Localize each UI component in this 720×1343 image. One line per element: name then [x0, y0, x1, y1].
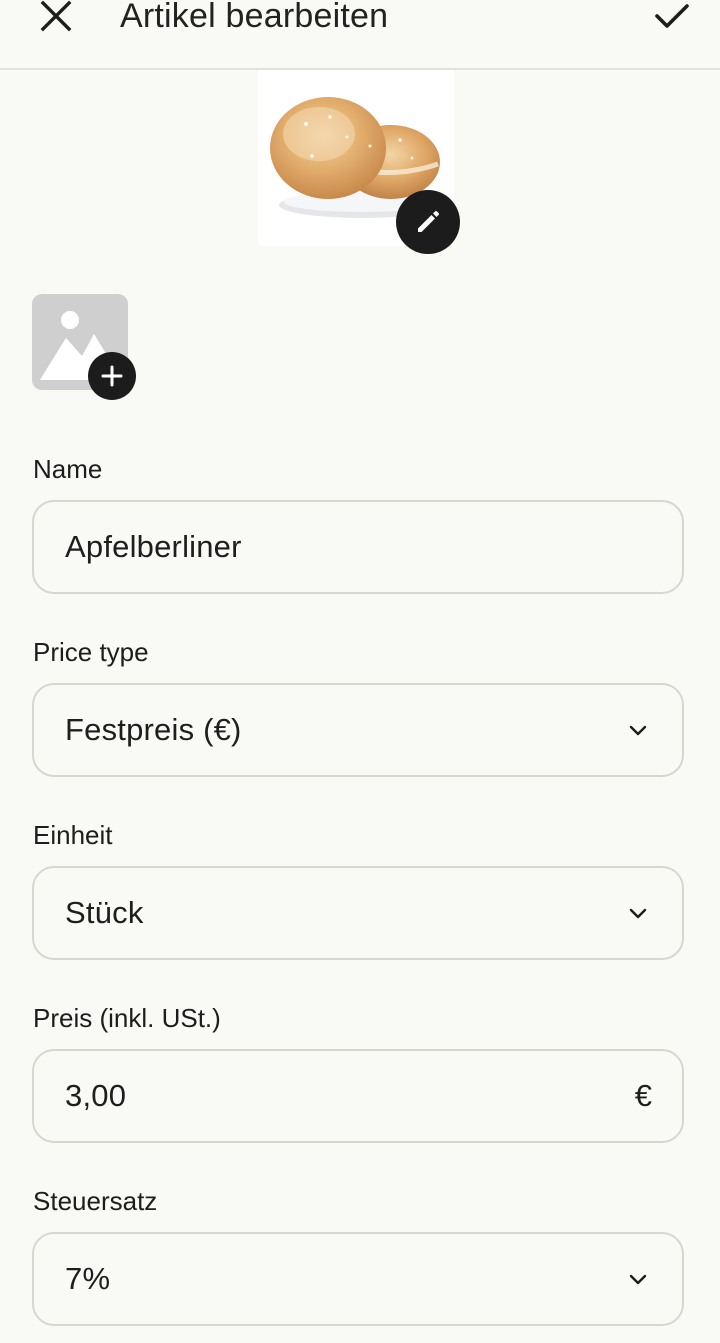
price-input[interactable]: 3,00 €: [32, 1049, 684, 1143]
name-value: Apfelberliner: [65, 529, 242, 564]
name-field[interactable]: Apfelberliner: [32, 500, 684, 594]
price-value: 3,00: [65, 1078, 127, 1113]
plus-icon: [101, 365, 123, 387]
unit-value: Stück: [65, 895, 144, 930]
close-button[interactable]: [36, 0, 76, 36]
price-type-select[interactable]: Festpreis (€): [32, 683, 684, 777]
page-title: Artikel bearbeiten: [120, 0, 389, 35]
price-type-value: Festpreis (€): [65, 712, 242, 747]
add-image-button[interactable]: [88, 352, 136, 400]
tax-rate-value: 7%: [65, 1261, 111, 1296]
check-icon: [655, 4, 689, 28]
app-header: Artikel bearbeiten: [0, 0, 720, 70]
edit-image-button[interactable]: [396, 190, 460, 254]
close-icon: [40, 0, 72, 32]
name-label: Name: [33, 454, 103, 484]
unit-label: Einheit: [33, 820, 113, 850]
save-button[interactable]: [650, 0, 694, 36]
currency-suffix: €: [634, 1078, 652, 1113]
chevron-down-icon: [629, 1274, 647, 1285]
tax-rate-label: Steuersatz: [33, 1186, 158, 1216]
tax-rate-select[interactable]: 7%: [32, 1232, 684, 1326]
unit-select[interactable]: Stück: [32, 866, 684, 960]
price-label: Preis (inkl. USt.): [33, 1003, 221, 1033]
price-type-label: Price type: [33, 637, 149, 667]
chevron-down-icon: [629, 725, 647, 736]
chevron-down-icon: [629, 908, 647, 919]
pencil-icon: [418, 211, 439, 232]
